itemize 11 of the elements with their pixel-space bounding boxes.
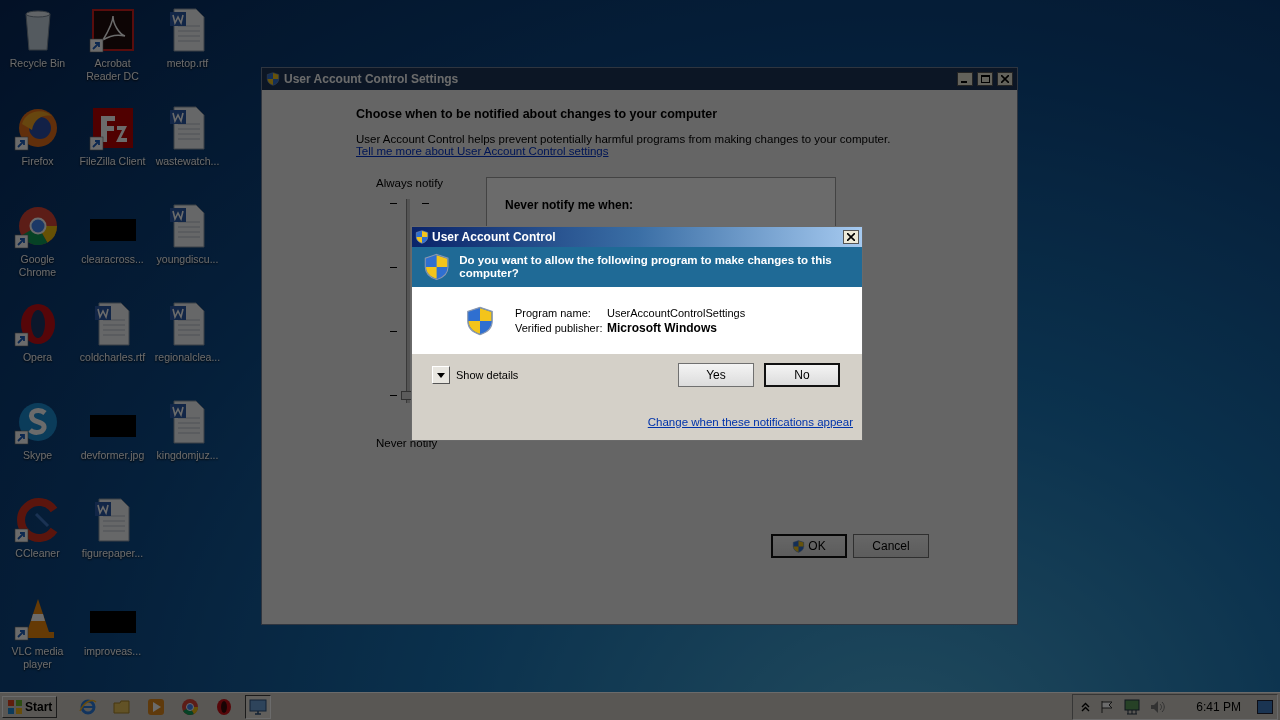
slider-top-label: Always notify	[376, 177, 445, 189]
question-text: Do you want to allow the following program to make changes to this computer?	[459, 254, 833, 280]
program-name-label: Program name:	[515, 306, 592, 319]
dialog-title: User Account Control	[432, 230, 557, 244]
settings-heading: Choose when to be notified about changes to your computer	[356, 107, 719, 121]
window-title: User Account Control Settings	[284, 72, 460, 86]
publisher-name: Microsoft Windows	[607, 320, 718, 335]
panel-heading: Never notify me when:	[505, 198, 634, 212]
publisher-label: Verified publisher:	[515, 321, 604, 334]
description-text: User Account Control helps prevent potentially harmful programs from making changes to your computer.	[356, 133, 892, 145]
program-name: UserAccountControlSettings	[607, 306, 746, 319]
